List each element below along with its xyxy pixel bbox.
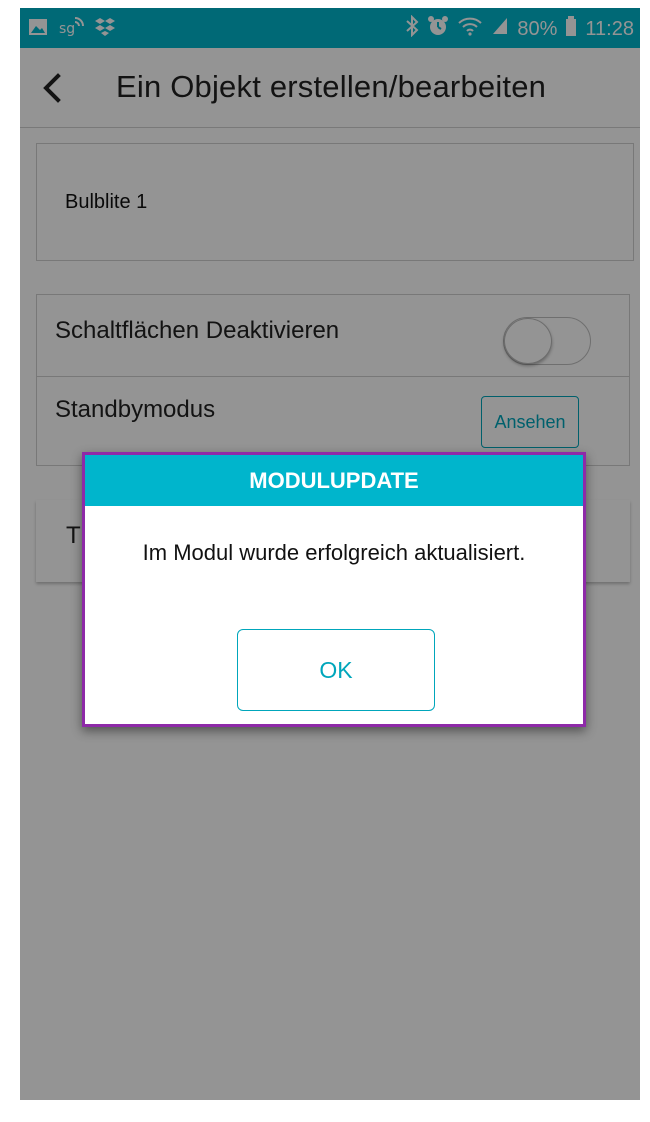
ok-button[interactable]: OK (237, 629, 435, 711)
module-update-dialog: MODULUPDATE Im Modul wurde erfolgreich a… (82, 452, 586, 727)
phone-screen: sg 80% 11:28 Ein Objekt erstellen/bearbe… (20, 8, 640, 1100)
dialog-message: Im Modul wurde erfolgreich aktualisiert. (142, 540, 526, 565)
dialog-title: MODULUPDATE (85, 455, 583, 506)
